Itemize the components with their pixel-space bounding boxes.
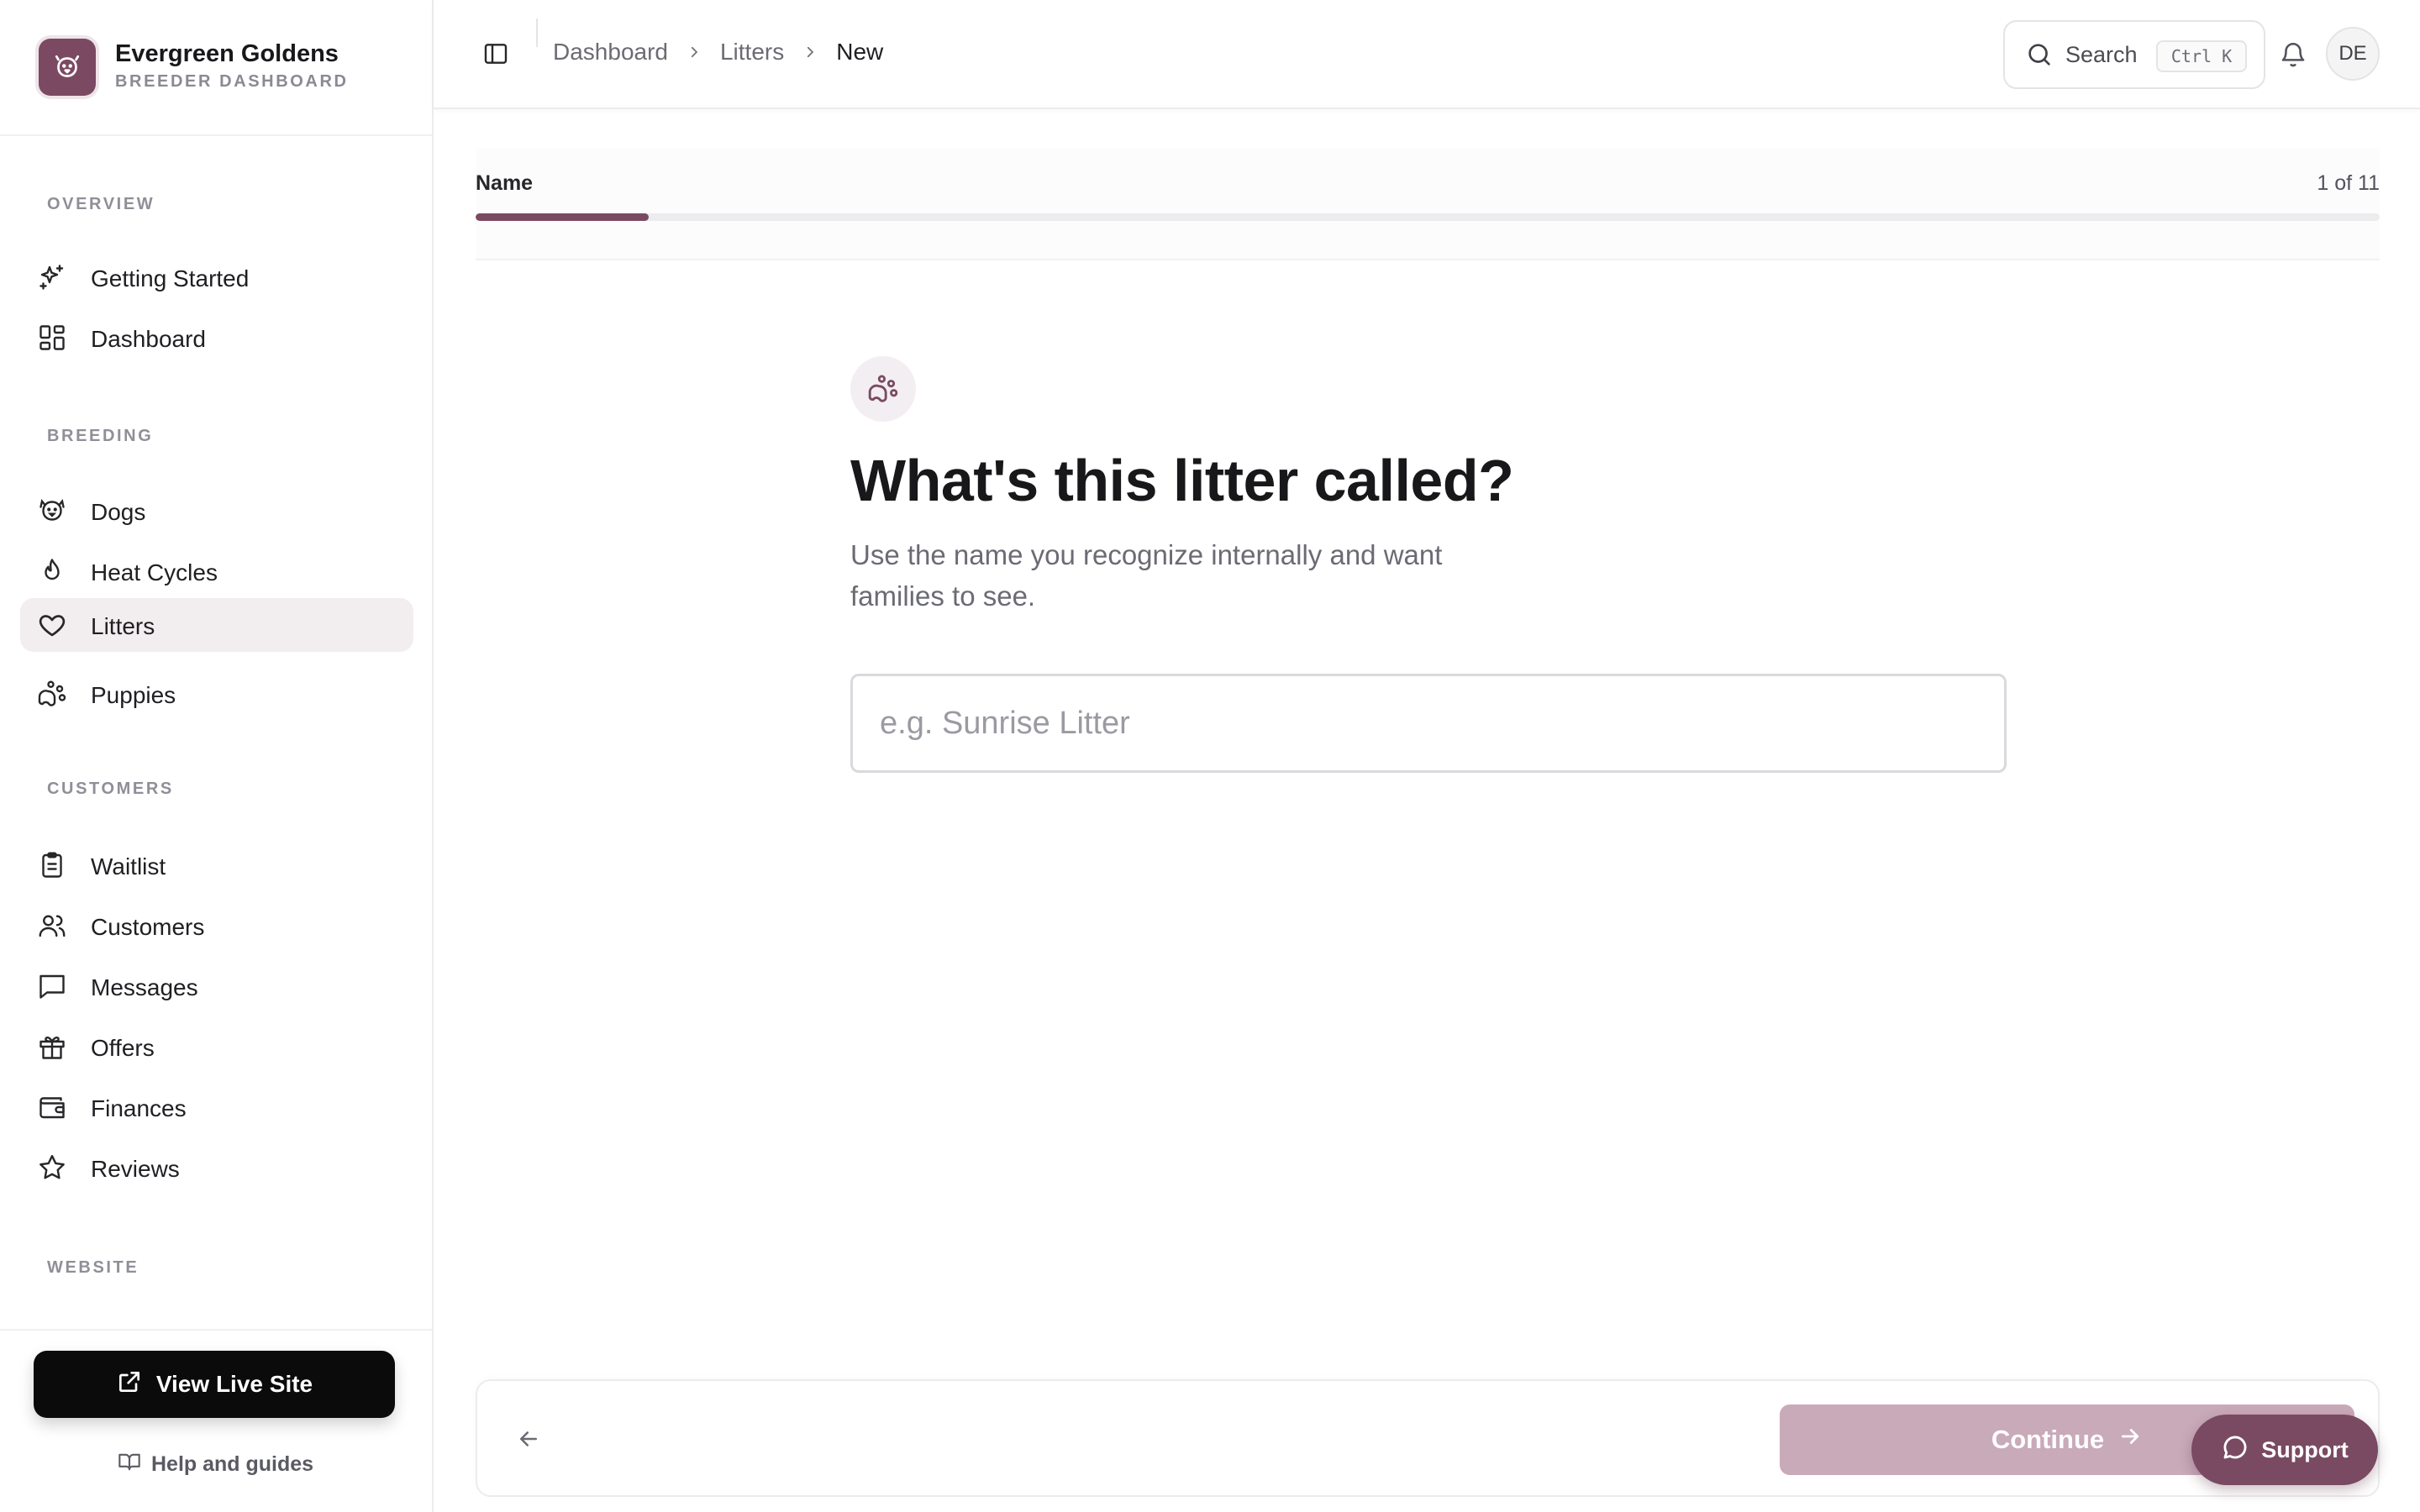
continue-label: Continue	[1991, 1425, 2105, 1454]
section-breeding-title: BREEDING	[47, 427, 154, 445]
top-header: Dashboard Litters New Search Ctrl K DE	[434, 0, 2420, 109]
arrow-right-icon	[2118, 1424, 2143, 1456]
wallet-icon	[37, 1092, 67, 1122]
step-name: Name	[476, 171, 534, 195]
view-live-site-label: View Live Site	[155, 1371, 313, 1397]
section-website-title: WEBSITE	[47, 1258, 139, 1277]
view-live-site-button[interactable]: View Live Site	[34, 1351, 395, 1418]
brand-name: Evergreen Goldens	[115, 40, 339, 67]
litter-name-input[interactable]	[850, 674, 2007, 773]
paw-icon	[37, 679, 67, 709]
paw-icon	[850, 356, 916, 422]
message-square-icon	[37, 971, 67, 1001]
sidebar-item-label: Customers	[91, 914, 205, 940]
sidebar-item-label: Finances	[91, 1095, 187, 1121]
support-button[interactable]: Support	[2191, 1415, 2378, 1485]
book-icon	[118, 1450, 141, 1479]
sidebar-item-label: Heat Cycles	[91, 559, 218, 585]
sidebar-item-dashboard[interactable]: Dashboard	[20, 311, 413, 365]
section-overview-title: OVERVIEW	[47, 195, 155, 213]
breadcrumb-dashboard[interactable]: Dashboard	[553, 39, 668, 66]
chevron-right-icon	[687, 39, 702, 66]
sidebar-toggle-button[interactable]	[481, 39, 511, 69]
sidebar-item-dogs[interactable]: Dogs	[20, 484, 413, 538]
question-help-text: Use the name you recognize internally an…	[850, 539, 1443, 612]
breadcrumb-current: New	[836, 39, 884, 65]
sidebar-divider	[0, 1329, 432, 1331]
breadcrumb: Dashboard Litters New	[553, 39, 883, 66]
dog-logo-icon	[39, 39, 96, 96]
sidebar-item-label: Offers	[91, 1035, 155, 1061]
sidebar-item-waitlist[interactable]: Waitlist	[20, 838, 413, 892]
step-count: 1 of 11	[2317, 171, 2380, 195]
header-separator	[536, 18, 538, 47]
sidebar-item-offers[interactable]: Offers	[20, 1020, 413, 1074]
star-icon	[37, 1152, 67, 1183]
content-divider	[476, 259, 2380, 260]
external-link-icon	[116, 1368, 143, 1401]
sparkles-icon	[37, 262, 67, 292]
arrow-left-icon	[520, 1431, 537, 1446]
sidebar: Evergreen Goldens BREEDER DASHBOARD OVER…	[0, 0, 434, 1512]
sidebar-item-customers[interactable]: Customers	[20, 899, 413, 953]
sidebar-item-heat-cycles[interactable]: Heat Cycles	[20, 544, 413, 598]
search-label: Search	[2065, 42, 2138, 67]
message-circle-icon	[2221, 1433, 2249, 1467]
sidebar-item-label: Litters	[91, 613, 155, 639]
app-root: Evergreen Goldens BREEDER DASHBOARD OVER…	[0, 0, 2420, 1512]
search-icon	[2025, 40, 2054, 73]
sidebar-item-litters[interactable]: Litters	[20, 598, 413, 652]
flame-icon	[37, 556, 67, 586]
help-and-guides-link[interactable]: Help and guides	[118, 1450, 313, 1479]
sidebar-item-label: Dogs	[91, 499, 146, 525]
users-icon	[37, 911, 67, 941]
sidebar-item-reviews[interactable]: Reviews	[20, 1141, 413, 1194]
sidebar-item-messages[interactable]: Messages	[20, 959, 413, 1013]
gift-icon	[37, 1032, 67, 1062]
chevron-right-icon	[802, 39, 818, 66]
avatar[interactable]: DE	[2326, 27, 2380, 81]
section-customers-title: CUSTOMERS	[47, 780, 174, 798]
clipboard-icon	[37, 850, 67, 880]
sidebar-item-finances[interactable]: Finances	[20, 1080, 413, 1134]
back-button[interactable]	[513, 1423, 544, 1455]
sidebar-item-getting-started[interactable]: Getting Started	[20, 250, 413, 304]
brand-header: Evergreen Goldens BREEDER DASHBOARD	[0, 0, 432, 136]
dog-icon	[37, 496, 67, 526]
progress-fill	[476, 213, 649, 221]
question-title: What's this litter called?	[850, 448, 1514, 513]
sidebar-item-label: Puppies	[91, 682, 176, 708]
brand-subtitle: BREEDER DASHBOARD	[115, 72, 349, 91]
heart-icon	[37, 610, 67, 640]
breadcrumb-litters[interactable]: Litters	[720, 39, 784, 66]
help-and-guides-label: Help and guides	[151, 1452, 314, 1476]
wizard-footer: Continue	[476, 1379, 2380, 1497]
sidebar-item-label: Waitlist	[91, 853, 166, 879]
wizard-progress: Name 1 of 11	[476, 148, 2380, 260]
dashboard-grid-icon	[37, 323, 67, 353]
progress-track	[476, 213, 2380, 221]
panel-left-icon	[484, 44, 508, 64]
search-button[interactable]: Search Ctrl K	[2003, 20, 2265, 89]
sidebar-item-label: Reviews	[91, 1156, 180, 1182]
support-label: Support	[2261, 1436, 2349, 1462]
sidebar-item-puppies[interactable]: Puppies	[20, 667, 413, 721]
sidebar-item-label: Messages	[91, 974, 198, 1000]
bell-icon[interactable]	[2279, 40, 2307, 69]
sidebar-item-label: Dashboard	[91, 326, 206, 352]
search-shortcut: Ctrl K	[2156, 40, 2247, 72]
sidebar-item-label: Getting Started	[91, 265, 250, 291]
